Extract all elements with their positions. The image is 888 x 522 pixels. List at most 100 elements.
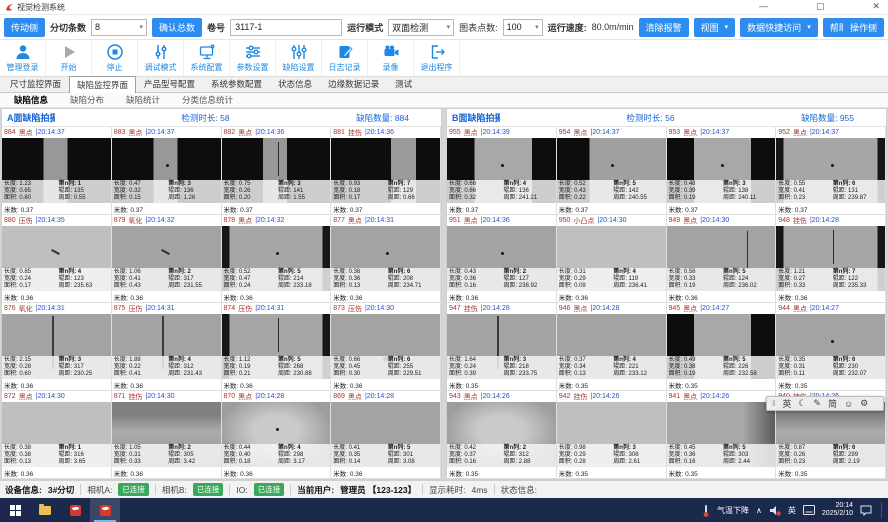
defect-cell[interactable]: 870 黑点 |20:14:28 长度: 0.44 宽度: 0.40 面积: 0… bbox=[222, 391, 332, 479]
main-tab[interactable]: 边缘数据记录 bbox=[320, 75, 387, 92]
ime-toolbar[interactable]: ‖ 英 ☾ ✎ 简 ☺ ⚙ bbox=[766, 396, 884, 411]
defect-cell[interactable]: 874 压伤 |20:14:31 长度: 1.12 宽度: 0.19 面积: 0… bbox=[222, 303, 332, 391]
defect-cell[interactable]: 881 挂伤 |20:14:36 长度: 0.93 宽度: 0.18 面积: 0… bbox=[331, 127, 441, 215]
ime-simplified-toggle[interactable]: 简 bbox=[828, 397, 837, 410]
defect-cell[interactable]: 876 氧化 |20:14:31 长度: 2.15 宽度: 0.28 面积: 0… bbox=[2, 303, 112, 391]
toolbar-button[interactable]: 调试模式 bbox=[138, 40, 184, 76]
defect-cell[interactable]: 948 挂伤 |20:14:28 长度: 1.21 宽度: 0.27 面积: 0… bbox=[776, 215, 886, 303]
defect-cell[interactable]: 954 黑点 |20:14:37 长度: 0.52 宽度: 0.43 面积: 0… bbox=[557, 127, 667, 215]
run-mode-select[interactable]: 双面检测▾ bbox=[388, 19, 454, 36]
drive-side-button[interactable]: 传动侧 bbox=[4, 18, 45, 37]
defect-cell[interactable]: 951 黑点 |20:14:36 长度: 0.43 宽度: 0.36 面积: 0… bbox=[447, 215, 557, 303]
toolbar-button[interactable]: 系统配置 bbox=[184, 40, 230, 76]
ime-grip[interactable]: ‖ bbox=[772, 399, 775, 408]
sub-tab[interactable]: 缺陷统计 bbox=[126, 94, 160, 106]
ime-pen-icon[interactable]: ✎ bbox=[813, 398, 821, 409]
main-tab[interactable]: 尺寸监控界面 bbox=[2, 75, 69, 92]
defect-cell[interactable]: 882 黑点 |20:14:36 长度: 0.75 宽度: 0.26 面积: 0… bbox=[222, 127, 332, 215]
show-desktop-button[interactable] bbox=[881, 502, 882, 518]
roll-number-input[interactable]: 3117-1 bbox=[230, 19, 342, 36]
main-tab[interactable]: 测试 bbox=[387, 75, 420, 92]
view-menu-button[interactable]: 视图▾ bbox=[694, 18, 736, 37]
ime-settings-icon[interactable]: ⚙ bbox=[860, 398, 868, 409]
toolbar-button[interactable]: 日志记录 bbox=[322, 40, 368, 76]
defect-cell[interactable]: 943 黑点 |20:14:26 长度: 0.42 宽度: 0.37 面积: 0… bbox=[447, 391, 557, 479]
defect-cell[interactable]: 872 黑点 |20:14:30 长度: 0.38 宽度: 0.38 面积: 0… bbox=[2, 391, 112, 479]
defect-type: 氧化 bbox=[19, 304, 33, 314]
start-run-button[interactable]: 开始 bbox=[46, 40, 92, 76]
defect-cell[interactable]: 869 黑点 |20:14:28 长度: 0.41 宽度: 0.35 面积: 0… bbox=[331, 391, 441, 479]
defect-meter: 米数: 0.36 bbox=[112, 291, 221, 302]
defect-cell[interactable]: 880 压伤 |20:14:35 长度: 0.85 宽度: 0.24 面积: 0… bbox=[2, 215, 112, 303]
minimize-button[interactable]: — bbox=[759, 1, 768, 12]
main-tab[interactable]: 缺陷监控界面 bbox=[69, 76, 136, 93]
defect-cell[interactable]: 871 挂伤 |20:14:30 长度: 1.05 宽度: 0.31 面积: 0… bbox=[112, 391, 222, 479]
sub-tab[interactable]: 缺陷信息 bbox=[14, 94, 48, 106]
ime-keyboard-icon[interactable] bbox=[803, 505, 815, 515]
hidden-icons-chevron[interactable]: ∧ bbox=[756, 506, 762, 515]
defect-cell[interactable]: 953 黑点 |20:14:37 长度: 0.48 宽度: 0.39 面积: 0… bbox=[667, 127, 777, 215]
defect-cell[interactable]: 879 氧化 |20:14:32 长度: 1.06 宽度: 0.41 面积: 0… bbox=[112, 215, 222, 303]
slit-count-select[interactable]: 8▾ bbox=[91, 19, 147, 36]
language-indicator[interactable]: 英 bbox=[788, 505, 796, 516]
defect-cell[interactable]: 875 压伤 |20:14:31 长度: 1.88 宽度: 0.22 面积: 0… bbox=[112, 303, 222, 391]
app-shortcut-button[interactable] bbox=[60, 498, 90, 522]
volume-icon[interactable] bbox=[769, 505, 781, 516]
defect-thumbnail: 长度: 0.85 宽度: 0.24 面积: 0.17 第n列: 4 辊距: 12… bbox=[2, 226, 111, 291]
main-tab[interactable]: 状态信息 bbox=[270, 75, 320, 92]
clear-alarm-button[interactable]: 清除报警 bbox=[639, 18, 689, 37]
defect-roll-distance: 辊距: 135 bbox=[58, 188, 108, 195]
defect-cell[interactable]: 946 黑点 |20:14:28 长度: 0.37 宽度: 0.34 面积: 0… bbox=[557, 303, 667, 391]
main-tab[interactable]: 系统参数配置 bbox=[203, 75, 270, 92]
defect-cell[interactable]: 947 挂伤 |20:14:28 长度: 1.64 宽度: 0.24 面积: 0… bbox=[447, 303, 557, 391]
defect-time: |20:14:37 bbox=[145, 129, 174, 136]
defect-thumbnail: 长度: 0.52 宽度: 0.47 面积: 0.24 第n列: 5 辊距: 21… bbox=[222, 226, 331, 291]
defect-area: 面积: 0.18 bbox=[224, 459, 278, 466]
toolbar-button[interactable]: 管理登录 bbox=[0, 40, 46, 76]
defect-info-overlay: 长度: 0.52 宽度: 0.43 面积: 0.22 第n列: 5 辊距: 14… bbox=[557, 180, 666, 203]
file-explorer-button[interactable] bbox=[30, 498, 60, 522]
defect-cell[interactable]: 877 黑点 |20:14:31 长度: 0.36 宽度: 0.36 面积: 0… bbox=[331, 215, 441, 303]
control-bar: 传动侧 分切条数 8▾ 确认总数 卷号 3117-1 运行模式 双面检测▾ 图表… bbox=[0, 15, 888, 40]
defect-cell[interactable]: 883 黑点 |20:14:37 长度: 0.47 宽度: 0.32 面积: 0… bbox=[112, 127, 222, 215]
defect-cell[interactable]: 884 黑点 |20:14:37 长度: 1.23 宽度: 0.65 面积: 0… bbox=[2, 127, 112, 215]
defect-cell[interactable]: 949 黑点 |20:14:30 长度: 0.58 宽度: 0.33 面积: 0… bbox=[667, 215, 777, 303]
ime-emoji-icon[interactable]: ☺ bbox=[844, 399, 853, 409]
weather-text[interactable]: 气温下降 bbox=[717, 505, 749, 516]
toolbar-button-label: 日志记录 bbox=[329, 62, 361, 73]
defect-cell[interactable]: 873 压伤 |20:14:30 长度: 0.66 宽度: 0.45 面积: 0… bbox=[331, 303, 441, 391]
maximize-button[interactable]: ▢ bbox=[816, 1, 825, 12]
defect-width: 宽度: 0.36 bbox=[333, 276, 387, 283]
defect-length: 长度: 0.35 bbox=[778, 357, 832, 364]
defect-cell[interactable]: 945 黑点 |20:14:27 长度: 0.49 宽度: 0.38 面积: 0… bbox=[667, 303, 777, 391]
chart-points-select[interactable]: 100▾ bbox=[503, 19, 543, 36]
notification-center-icon[interactable] bbox=[860, 505, 872, 516]
defect-cell[interactable]: 878 黑点 |20:14:32 长度: 0.52 宽度: 0.47 面积: 0… bbox=[222, 215, 332, 303]
clock[interactable]: 20:14 2025/2/10 bbox=[822, 502, 853, 518]
toolbar-button[interactable]: 录像 bbox=[368, 40, 414, 76]
defect-time: |20:14:31 bbox=[255, 305, 284, 312]
sub-tab[interactable]: 分类信息统计 bbox=[182, 94, 233, 106]
toolbar-button[interactable]: 缺陷设置 bbox=[276, 40, 322, 76]
defect-roll-distance: 辊距: 221 bbox=[613, 364, 663, 371]
operator-side-button[interactable]: 操作侧 bbox=[843, 18, 884, 37]
toolbar-button[interactable]: 参数设置 bbox=[230, 40, 276, 76]
defect-cell[interactable]: 950 小凸点 |20:14:30 长度: 0.31 宽度: 0.29 面积: … bbox=[557, 215, 667, 303]
ime-fullhalf-icon[interactable]: ☾ bbox=[798, 398, 806, 409]
close-button[interactable]: ✕ bbox=[872, 1, 880, 12]
defect-cell[interactable]: 944 黑点 |20:14:27 长度: 0.35 宽度: 0.31 面积: 0… bbox=[776, 303, 886, 391]
defect-cell[interactable]: 952 黑点 |20:14:37 长度: 0.55 宽度: 0.41 面积: 0… bbox=[776, 127, 886, 215]
toolbar-button[interactable]: 停止 bbox=[92, 40, 138, 76]
confirm-total-button[interactable]: 确认总数 bbox=[152, 18, 202, 37]
defect-cell[interactable]: 941 黑点 |20:14:26 长度: 0.45 宽度: 0.36 面积: 0… bbox=[667, 391, 777, 479]
running-app-button[interactable] bbox=[90, 498, 120, 522]
start-button[interactable] bbox=[0, 498, 30, 522]
quick-access-menu-button[interactable]: 数据快捷访问▾ bbox=[740, 18, 818, 37]
toolbar-button[interactable]: 退出程序 bbox=[414, 40, 460, 76]
defect-cell[interactable]: 955 黑点 |20:14:39 长度: 0.66 宽度: 0.66 面积: 0… bbox=[447, 127, 557, 215]
defect-cell[interactable]: 942 挂伤 |20:14:26 长度: 0.98 宽度: 0.29 面积: 0… bbox=[557, 391, 667, 479]
defect-info-overlay: 长度: 2.15 宽度: 0.28 面积: 0.60 第n列: 3 辊距: 31… bbox=[2, 356, 111, 379]
sub-tab[interactable]: 缺陷分布 bbox=[70, 94, 104, 106]
main-tab[interactable]: 产品型号配置 bbox=[136, 75, 203, 92]
ime-lang-toggle[interactable]: 英 bbox=[782, 397, 791, 410]
